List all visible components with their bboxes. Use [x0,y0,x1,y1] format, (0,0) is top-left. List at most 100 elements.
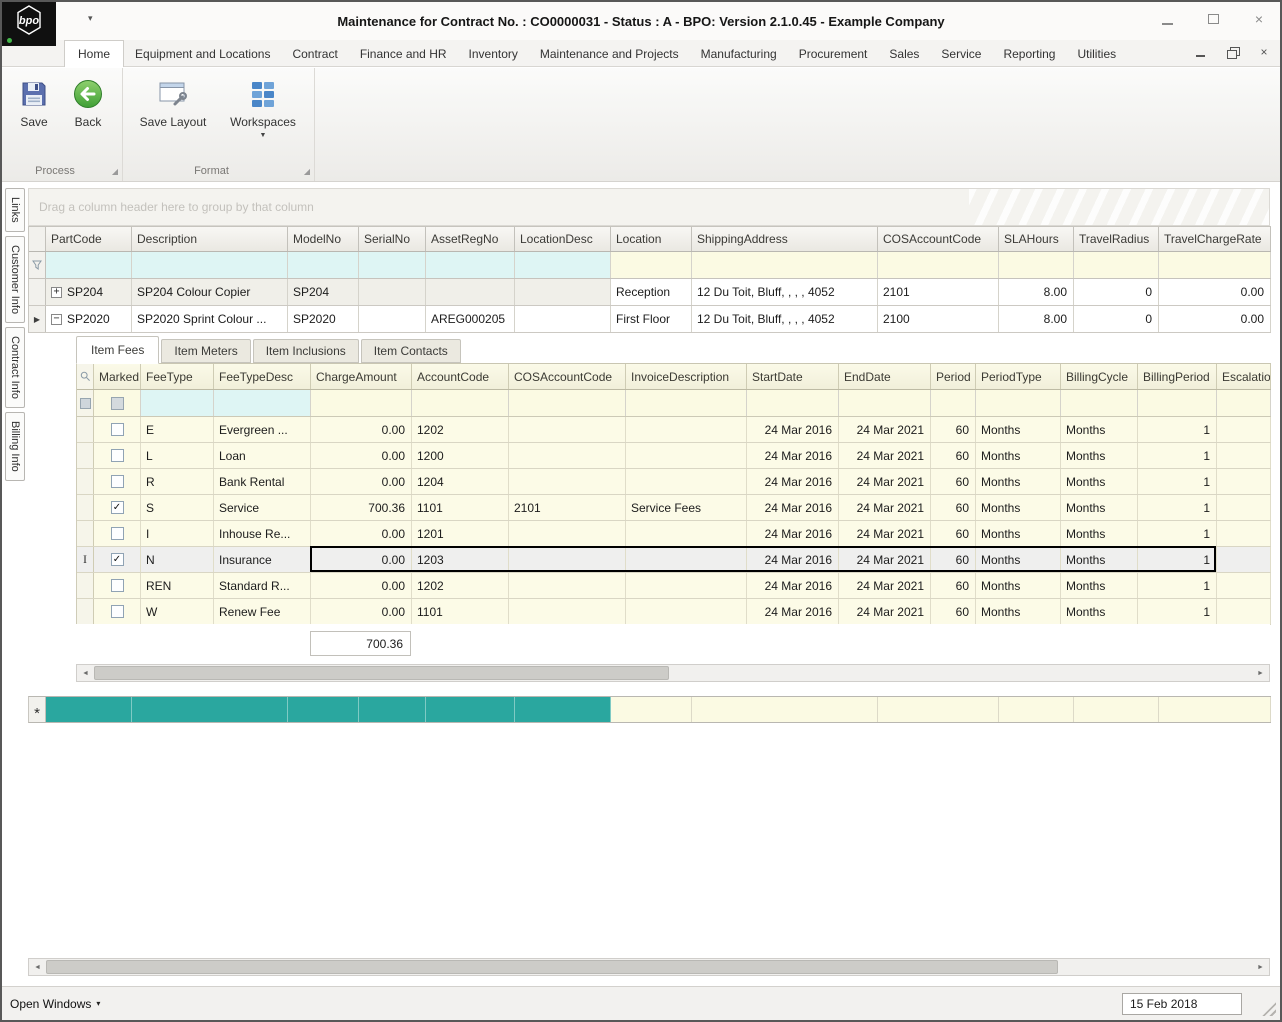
expand-icon[interactable]: + [51,286,62,298]
cell-marked[interactable] [94,469,141,494]
cell-enddate[interactable]: 24 Mar 2021 [839,443,931,468]
unchecked-checkbox[interactable] [110,605,124,618]
equipment-row-sp2020[interactable]: ▶ − SP2020 SP2020 Sprint Colour ... SP2020 AR… [29,306,1271,333]
save-layout-button[interactable]: Save Layout [131,78,215,129]
cell-cosaccountcode[interactable]: 2101 [509,495,626,520]
new-row-cell-partcode[interactable] [46,697,132,722]
detail-tab-item-contacts[interactable]: Item Contacts [360,339,461,363]
cell-period[interactable]: 60 [931,469,976,494]
column-header-shippingaddress[interactable]: ShippingAddress [692,227,878,251]
cell-startdate[interactable]: 24 Mar 2016 [747,495,839,520]
ribbon-tab-home[interactable]: Home [64,40,125,67]
cell-feetype[interactable]: E [141,417,214,442]
column-header-locationdesc[interactable]: LocationDesc [515,227,611,251]
new-row-cell-location[interactable] [611,697,692,722]
cell-accountcode[interactable]: 1204 [412,469,509,494]
row-indicator[interactable] [77,417,94,442]
cell-escalation[interactable] [1217,547,1271,572]
ribbon-tab-equipment-and-locations[interactable]: Equipment and Locations [124,42,281,66]
cell-invoicedescription[interactable] [626,521,747,546]
cell-feetypedesc[interactable]: Insurance [214,547,311,572]
cell-escalation[interactable] [1217,443,1271,468]
cell-invoicedescription[interactable] [626,547,747,572]
cell-billingcycle[interactable]: Months [1061,599,1138,624]
cell-chargeamount[interactable]: 700.36 [311,495,412,520]
cell-period[interactable]: 60 [931,417,976,442]
cell-feetype[interactable]: REN [141,573,214,598]
cell-modelno[interactable]: SP204 [288,279,359,305]
detail-horizontal-scrollbar[interactable]: ◄ ► [76,664,1270,682]
cell-description[interactable]: SP2020 Sprint Colour ... [132,306,288,332]
column-header-partcode[interactable]: PartCode [46,227,132,251]
cell-periodtype[interactable]: Months [976,573,1061,598]
cell-periodtype[interactable]: Months [976,443,1061,468]
scroll-thumb[interactable] [46,960,1058,974]
cell-travelradius[interactable]: 0 [1074,306,1159,332]
row-indicator[interactable] [77,495,94,520]
cell-billingcycle[interactable]: Months [1061,521,1138,546]
cell-chargeamount[interactable]: 0.00 [311,573,412,598]
sidebar-tab-links[interactable]: Links [5,188,25,232]
equipment-row-sp204[interactable]: + SP204 SP204 Colour Copier SP204 Reception 1… [29,279,1271,306]
column-header-cosaccountcode[interactable]: COSAccountCode [878,227,999,251]
cell-billingperiod[interactable]: 1 [1138,417,1217,442]
filter-cell-travelradius[interactable] [1074,252,1159,278]
new-row-cell-shippingaddress[interactable] [692,697,878,722]
maximize-button[interactable] [1204,10,1222,28]
cell-location[interactable]: First Floor [611,306,692,332]
cell-modelno[interactable]: SP2020 [288,306,359,332]
row-indicator[interactable] [77,469,94,494]
cell-feetypedesc[interactable]: Loan [214,443,311,468]
cell-enddate[interactable]: 24 Mar 2021 [839,599,931,624]
unchecked-checkbox[interactable] [110,449,124,462]
column-header-marked[interactable]: Marked [94,364,141,389]
cell-shippingaddress[interactable]: 12 Du Toit, Bluff, , , , 4052 [692,306,878,332]
workspaces-button[interactable]: Workspaces ▼ [219,78,307,139]
cell-feetypedesc[interactable]: Inhouse Re... [214,521,311,546]
column-header-periodtype[interactable]: PeriodType [976,364,1061,389]
filter-cell-period[interactable] [931,390,976,416]
cell-feetypedesc[interactable]: Standard R... [214,573,311,598]
group-by-panel[interactable]: Drag a column header here to group by th… [28,188,1270,226]
cell-serialno[interactable] [359,279,426,305]
cell-feetype[interactable]: N [141,547,214,572]
ribbon-tab-utilities[interactable]: Utilities [1066,42,1127,66]
cell-travelchargerate[interactable]: 0.00 [1159,306,1271,332]
fee-row-n[interactable]: I ✓ N Insurance 0.00 1203 24 Mar 2016 24 Mar 20… [77,547,1271,573]
cell-startdate[interactable]: 24 Mar 2016 [747,599,839,624]
cell-location[interactable]: Reception [611,279,692,305]
column-header-escalation[interactable]: Escalation [1217,364,1271,389]
cell-enddate[interactable]: 24 Mar 2021 [839,573,931,598]
cell-chargeamount[interactable]: 0.00 [311,599,412,624]
cell-enddate[interactable]: 24 Mar 2021 [839,417,931,442]
column-header-serialno[interactable]: SerialNo [359,227,426,251]
filter-cell-chargeamount[interactable] [311,390,412,416]
quick-access-dropdown-icon[interactable]: ▾ [88,13,93,24]
back-button[interactable]: Back [62,78,114,129]
cell-cosaccountcode[interactable] [509,417,626,442]
cell-feetypedesc[interactable]: Bank Rental [214,469,311,494]
filter-cell-periodtype[interactable] [976,390,1061,416]
collapse-icon[interactable]: − [51,313,62,325]
cell-chargeamount[interactable]: 0.00 [311,521,412,546]
column-header-enddate[interactable]: EndDate [839,364,931,389]
cell-startdate[interactable]: 24 Mar 2016 [747,573,839,598]
filter-cell-locationdesc[interactable] [515,252,611,278]
cell-periodtype[interactable]: Months [976,521,1061,546]
detail-filter-indicator[interactable] [77,390,94,416]
row-indicator[interactable] [77,443,94,468]
cell-chargeamount[interactable]: 0.00 [311,469,412,494]
cell-escalation[interactable] [1217,573,1271,598]
minimize-button[interactable] [1158,10,1176,28]
unchecked-checkbox[interactable] [110,579,124,592]
ribbon-tab-contract[interactable]: Contract [281,42,348,66]
fee-row-w[interactable]: W Renew Fee 0.00 1101 24 Mar 2016 24 Mar 2021… [77,599,1271,625]
column-header-feetypedesc[interactable]: FeeTypeDesc [214,364,311,389]
column-header-chargeamount[interactable]: ChargeAmount [311,364,412,389]
checked-checkbox[interactable]: ✓ [110,501,124,514]
fee-row-ren[interactable]: REN Standard R... 0.00 1202 24 Mar 2016 24 Ma… [77,573,1271,599]
cell-description[interactable]: SP204 Colour Copier [132,279,288,305]
new-row-cell-travelchargerate[interactable] [1159,697,1271,722]
cell-cosaccountcode[interactable]: 2100 [878,306,999,332]
cell-feetypedesc[interactable]: Evergreen ... [214,417,311,442]
